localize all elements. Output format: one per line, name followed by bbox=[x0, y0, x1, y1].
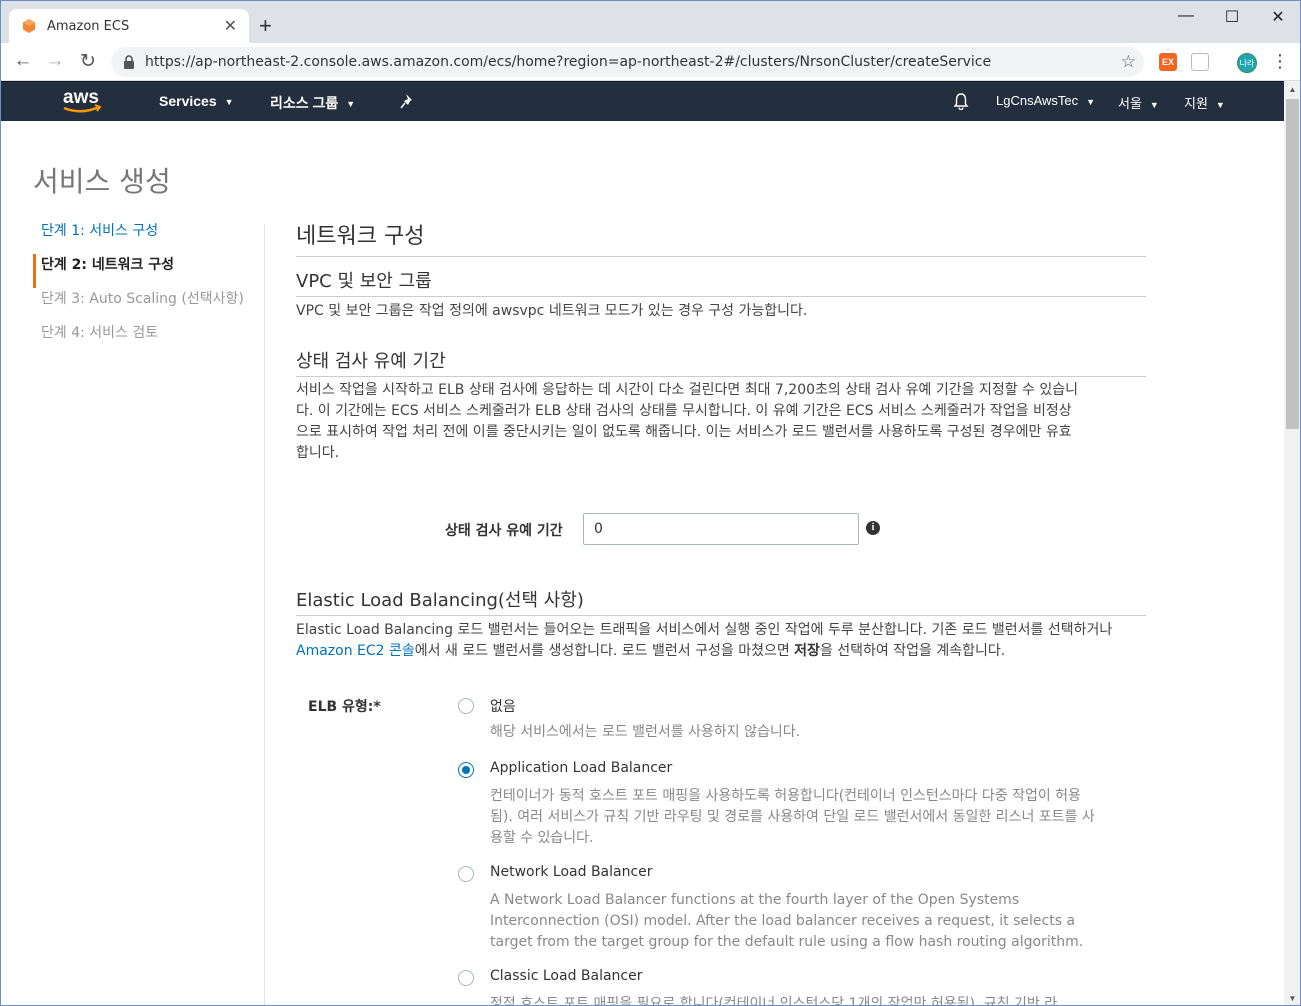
browser-menu-icon[interactable]: ⋮ bbox=[1271, 51, 1289, 72]
save-emphasis: 저장 bbox=[794, 643, 820, 659]
option-description: 컨테이너가 동적 호스트 포트 매핑을 사용하도록 허용합니다(컨테이너 인스턴… bbox=[490, 788, 1095, 846]
browser-toolbar: ← → ↻ https://ap-northeast-2.console.aws… bbox=[1, 43, 1300, 81]
aws-navbar: aws Services ▼ 리소스 그룹 ▼ LgCnsAwsTec ▼ 서울 ▼ 지… bbox=[1, 81, 1284, 121]
elb-desc-text: 을 선택하여 작업을 계속합니다. bbox=[819, 643, 1006, 659]
services-menu[interactable]: Services ▼ bbox=[159, 93, 234, 109]
url-text: https://ap-northeast-2.console.aws.amazo… bbox=[145, 54, 992, 70]
elb-type-label: ELB 유형:* bbox=[308, 699, 381, 715]
vpc-description: VPC 및 보안 그룹은 작업 정의에 awsvpc 네트워크 모드가 있는 경… bbox=[296, 303, 808, 319]
new-tab-button[interactable]: + bbox=[259, 13, 272, 39]
grace-period-label: 상태 검사 유예 기간 bbox=[445, 523, 563, 539]
profile-avatar[interactable]: 나라 bbox=[1237, 53, 1257, 73]
page-title: 서비스 생성 bbox=[33, 165, 171, 198]
services-label: Services bbox=[159, 93, 217, 109]
elb-heading: Elastic Load Balancing(선택 사항) bbox=[296, 586, 1146, 616]
wizard-steps: 단계 1: 서비스 구성 단계 2: 네트워크 구성 단계 3: Auto Sc… bbox=[33, 220, 263, 356]
ecs-favicon-icon bbox=[23, 19, 35, 33]
option-description: 해당 서비스에서는 로드 밸런서를 사용하지 않습니다. bbox=[490, 724, 801, 740]
browser-tab[interactable]: Amazon ECS ✕ bbox=[9, 9, 249, 43]
radio-nlb[interactable] bbox=[458, 866, 474, 882]
option-label: Network Load Balancer bbox=[490, 864, 653, 880]
grace-period-input[interactable] bbox=[583, 513, 859, 545]
scroll-up-icon[interactable]: ▲ bbox=[1284, 81, 1300, 98]
elb-option-clb[interactable]: Classic Load Balancer 정적 호스트 포트 매핑을 필요로 … bbox=[458, 968, 1108, 1006]
aws-logo[interactable]: aws bbox=[61, 85, 105, 117]
step-3-disabled: 단계 3: Auto Scaling (선택사항) bbox=[41, 291, 244, 307]
pin-icon[interactable] bbox=[400, 93, 416, 109]
grace-desc-line: 다. 이 기간에는 ECS 서비스 스케줄러가 ELB 상태 검사의 상태를 무… bbox=[296, 403, 1072, 419]
elb-option-none[interactable]: 없음 해당 서비스에서는 로드 밸런서를 사용하지 않습니다. bbox=[458, 696, 1108, 746]
cast-extension-icon[interactable] bbox=[1191, 53, 1209, 71]
close-window-button[interactable]: ✕ bbox=[1255, 7, 1300, 27]
bell-icon[interactable] bbox=[953, 92, 969, 110]
tab-close-icon[interactable]: ✕ bbox=[224, 16, 237, 36]
minimize-button[interactable]: — bbox=[1163, 7, 1209, 25]
resource-groups-label: 리소스 그룹 bbox=[270, 95, 339, 111]
tab-title: Amazon ECS bbox=[47, 18, 130, 34]
scroll-down-icon[interactable]: ▼ bbox=[1284, 990, 1300, 1005]
radio-none[interactable] bbox=[458, 698, 474, 714]
grace-period-description: 서비스 작업을 시작하고 ELB 상태 검사에 응답하는 데 시간이 다소 걸린… bbox=[296, 380, 1146, 464]
account-menu[interactable]: LgCnsAwsTec ▼ bbox=[996, 93, 1095, 108]
step-1-link[interactable]: 단계 1: 서비스 구성 bbox=[33, 220, 263, 254]
chevron-down-icon: ▼ bbox=[1149, 99, 1159, 110]
network-config-heading: 네트워크 구성 bbox=[296, 218, 1146, 257]
chevron-down-icon: ▼ bbox=[346, 99, 356, 110]
tab-strip: Amazon ECS ✕ + — ☐ ✕ bbox=[1, 1, 1300, 43]
grace-desc-line: 으로 표시하여 작업 처리 전에 이를 중단시키는 일이 없도록 해줍니다. 이… bbox=[296, 424, 1072, 440]
option-description: 정적 호스트 포트 매핑을 필요로 합니다(컨테이너 인스턴스당 1개의 작업만… bbox=[490, 996, 1058, 1006]
step-4-disabled: 단계 4: 서비스 검토 bbox=[41, 325, 159, 341]
chevron-down-icon: ▼ bbox=[1215, 99, 1225, 110]
maximize-button[interactable]: ☐ bbox=[1209, 7, 1255, 27]
elb-desc-text: 에서 새 로드 밸런서를 생성합니다. 로드 밸런서 구성을 마쳤으면 bbox=[414, 643, 795, 659]
address-bar[interactable]: https://ap-northeast-2.console.aws.amazo… bbox=[111, 47, 1144, 77]
back-arrow-icon[interactable]: ← bbox=[11, 50, 35, 72]
step-2-current: 단계 2: 네트워크 구성 bbox=[33, 254, 263, 288]
info-icon[interactable]: i bbox=[866, 521, 880, 535]
reload-icon[interactable]: ↻ bbox=[76, 50, 100, 73]
elb-option-alb[interactable]: Application Load Balancer 컨테이너가 동적 호스트 포… bbox=[458, 760, 1108, 850]
elb-desc-line: Amazon EC2 콘솔에서 새 로드 밸런서를 생성합니다. 로드 밸런서 … bbox=[296, 641, 1146, 662]
radio-clb[interactable] bbox=[458, 970, 474, 986]
vpc-heading: VPC 및 보안 그룹 bbox=[296, 267, 1146, 297]
sidebar-divider bbox=[264, 224, 265, 1005]
bookmark-star-icon[interactable]: ☆ bbox=[1121, 52, 1136, 72]
ec2-console-link[interactable]: Amazon EC2 콘솔 bbox=[296, 643, 415, 659]
page-content: 서비스 생성 단계 1: 서비스 구성 단계 2: 네트워크 구성 단계 3: … bbox=[1, 122, 1284, 1006]
option-description: A Network Load Balancer functions at the… bbox=[490, 892, 1084, 950]
browser-window: Amazon ECS ✕ + — ☐ ✕ ← → ↻ https://ap-no… bbox=[0, 0, 1301, 1006]
elb-option-nlb[interactable]: Network Load Balancer A Network Load Bal… bbox=[458, 864, 1108, 954]
region-label: 서울 bbox=[1118, 96, 1142, 111]
option-label: 없음 bbox=[490, 699, 516, 715]
option-label: Classic Load Balancer bbox=[490, 968, 643, 984]
grace-desc-line: 합니다. bbox=[296, 445, 340, 461]
extension-icon[interactable]: EX bbox=[1159, 53, 1177, 71]
region-menu[interactable]: 서울 ▼ bbox=[1118, 93, 1159, 112]
support-menu[interactable]: 지원 ▼ bbox=[1184, 93, 1225, 112]
elb-description: Elastic Load Balancing 로드 밸런서는 들어오는 트래픽을… bbox=[296, 620, 1146, 662]
page-scrollbar[interactable]: ▲ ▼ bbox=[1284, 81, 1300, 1005]
radio-alb[interactable] bbox=[458, 762, 474, 778]
resource-groups-menu[interactable]: 리소스 그룹 ▼ bbox=[270, 93, 355, 113]
forward-arrow-icon[interactable]: → bbox=[43, 50, 67, 72]
option-label: Application Load Balancer bbox=[490, 760, 673, 776]
scrollbar-thumb[interactable] bbox=[1286, 99, 1299, 429]
svg-text:aws: aws bbox=[63, 87, 99, 108]
lock-icon bbox=[124, 55, 134, 69]
support-label: 지원 bbox=[1184, 96, 1208, 111]
grace-period-row: 상태 검사 유예 기간 i bbox=[296, 513, 1146, 549]
chevron-down-icon: ▼ bbox=[1086, 96, 1096, 107]
grace-period-heading: 상태 검사 유예 기간 bbox=[296, 347, 1146, 377]
grace-desc-line: 서비스 작업을 시작하고 ELB 상태 검사에 응답하는 데 시간이 다소 걸린… bbox=[296, 382, 1079, 398]
account-label: LgCnsAwsTec bbox=[996, 93, 1079, 108]
chevron-down-icon: ▼ bbox=[224, 97, 234, 108]
elb-desc-line: Elastic Load Balancing 로드 밸런서는 들어오는 트래픽을… bbox=[296, 622, 1113, 638]
